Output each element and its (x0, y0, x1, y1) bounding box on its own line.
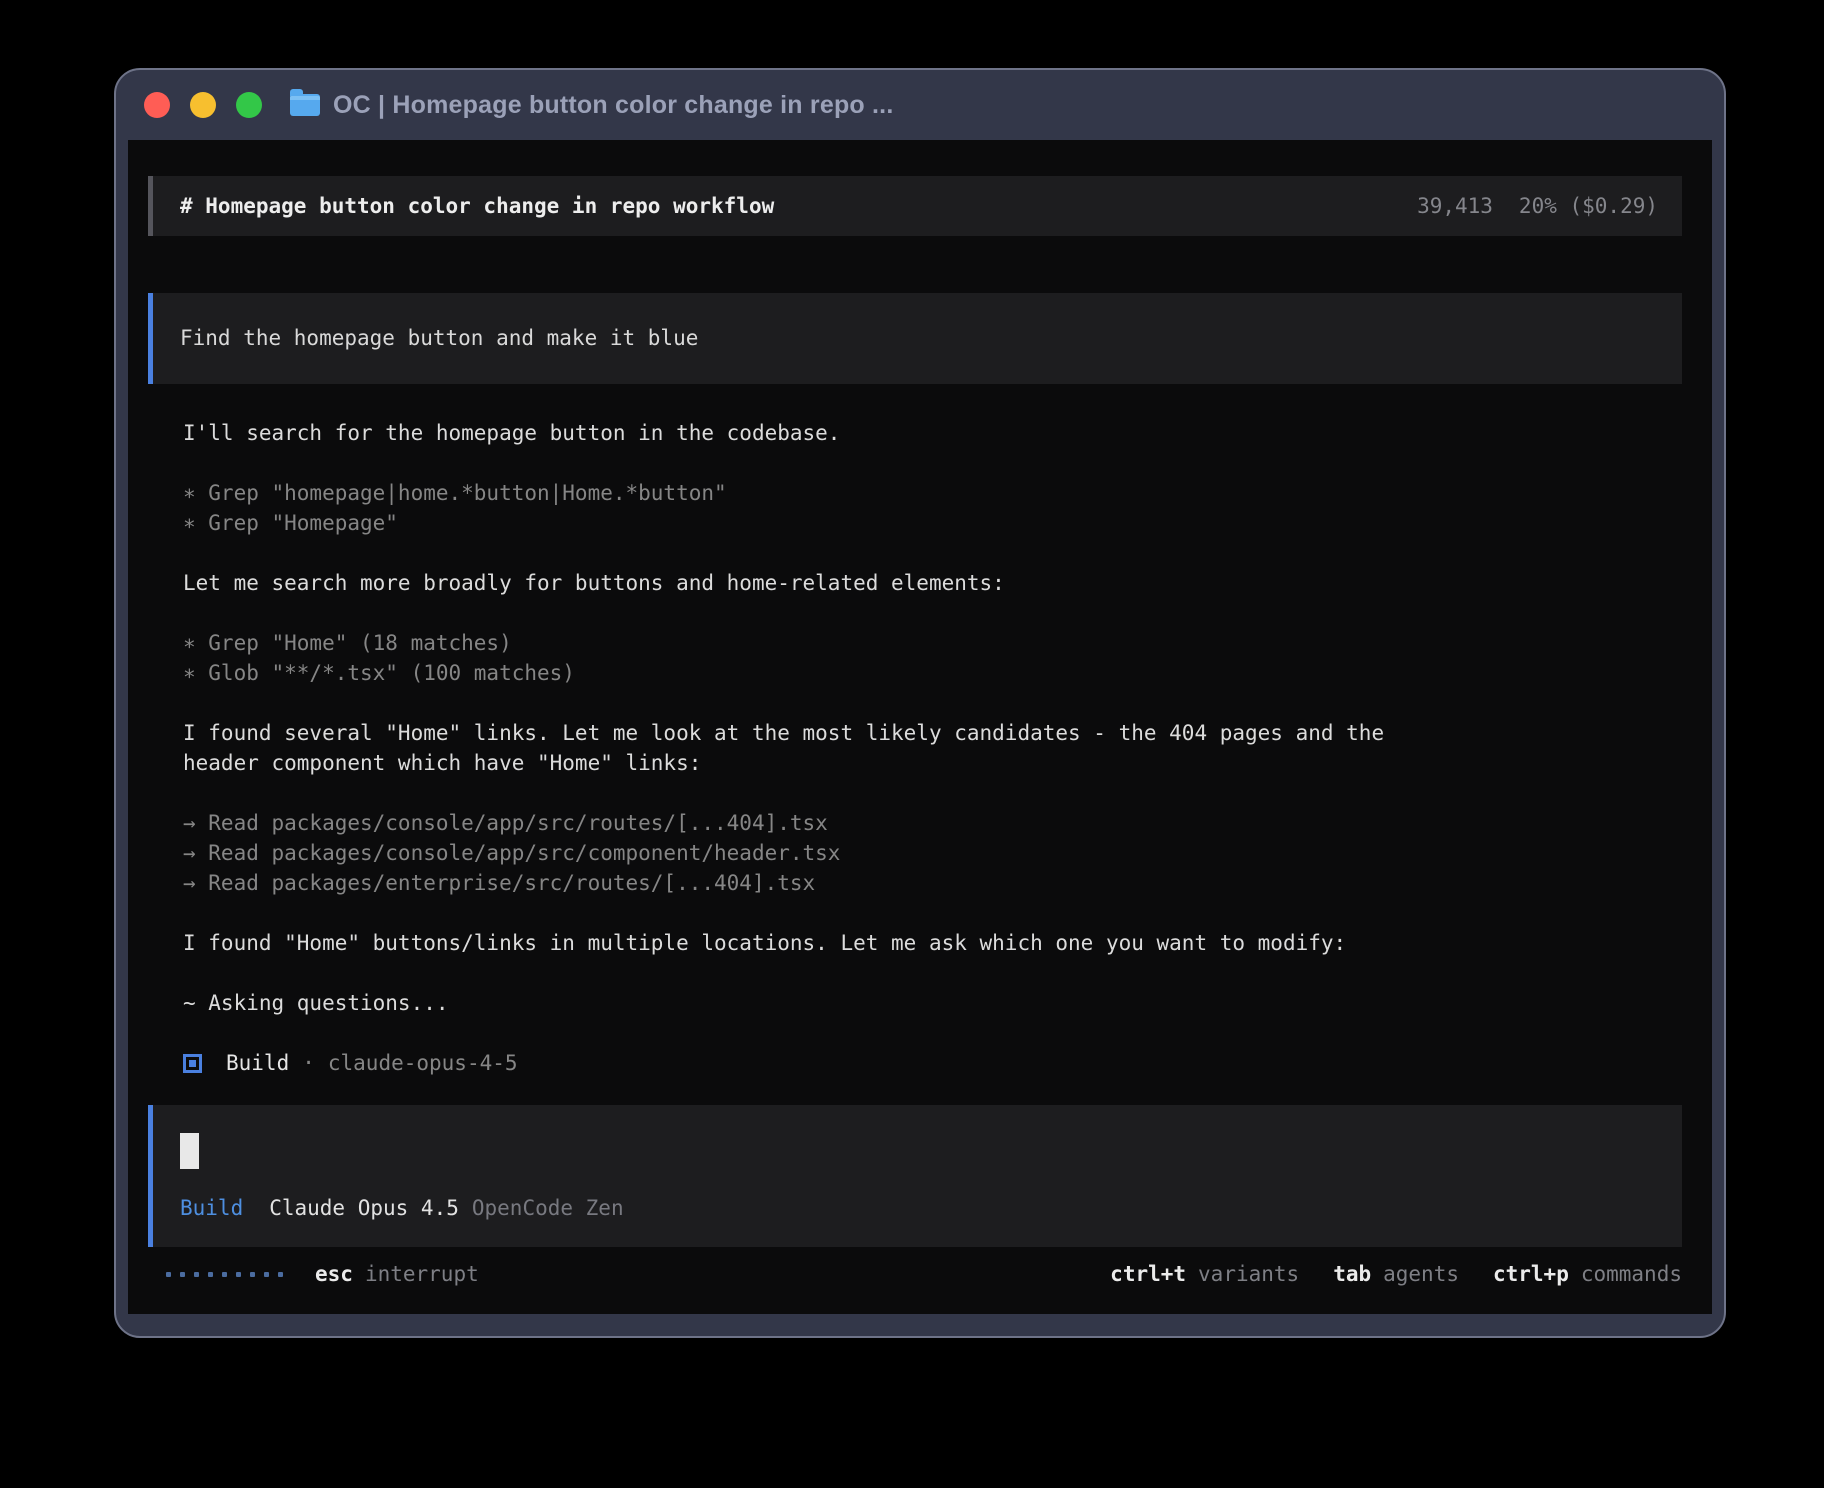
spinner-dot (222, 1272, 227, 1277)
status-bar: esc interrupt ctrl+tvariantstabagentsctr… (166, 1262, 1682, 1286)
transcript-line: → Read packages/console/app/src/componen… (183, 838, 1393, 868)
window-title: OC | Homepage button color change in rep… (333, 91, 893, 120)
transcript-block: I'll search for the homepage button in t… (183, 418, 1393, 448)
provider-name: OpenCode Zen (472, 1196, 624, 1221)
shortcut-hint: tab agents (1333, 1262, 1459, 1286)
transcript-line: ~ Asking questions... (183, 988, 1393, 1018)
shortcut-key: tab (1333, 1262, 1371, 1286)
transcript: I'll search for the homepage button in t… (183, 418, 1393, 1078)
zoom-button-icon[interactable] (236, 92, 262, 118)
spinner-dot (264, 1272, 269, 1277)
spinner-dot (278, 1272, 283, 1277)
spinner-dots-icon (166, 1272, 283, 1277)
session-header: # Homepage button color change in repo w… (148, 176, 1682, 236)
session-title: # Homepage button color change in repo w… (180, 194, 774, 218)
shortcut-key: ctrl+p (1493, 1262, 1569, 1286)
transcript-line: → Read packages/console/app/src/routes/[… (183, 808, 1393, 838)
spinner-dot (250, 1272, 255, 1277)
agent-name: Build (226, 1048, 289, 1078)
agent-status-row: Build · claude-opus-4-5 (183, 1048, 1393, 1078)
folder-icon (290, 94, 320, 116)
transcript-block: ∗ Grep "homepage|home.*button|Home.*butt… (183, 478, 1393, 538)
context-cost: 20% ($0.29) (1519, 194, 1658, 218)
status-left: esc interrupt (166, 1262, 479, 1286)
user-message: Find the homepage button and make it blu… (148, 293, 1682, 384)
transcript-line: Let me search more broadly for buttons a… (183, 568, 1393, 598)
traffic-lights (144, 92, 262, 118)
model-name[interactable]: Claude Opus 4.5 (269, 1196, 459, 1221)
spinner-dot (208, 1272, 213, 1277)
shortcut-key: ctrl+t (1110, 1262, 1186, 1286)
agent-model: claude-opus-4-5 (328, 1048, 518, 1078)
text-cursor (180, 1133, 199, 1169)
transcript-block: ∗ Grep "Home" (18 matches)∗ Glob "**/*.t… (183, 628, 1393, 688)
spinner-dot (180, 1272, 185, 1277)
interrupt-label: interrupt (365, 1262, 479, 1286)
terminal-content: # Homepage button color change in repo w… (128, 140, 1712, 1314)
agent-square-icon (183, 1054, 202, 1073)
transcript-line: ∗ Grep "Homepage" (183, 508, 1393, 538)
prompt-input[interactable]: Build Claude Opus 4.5 OpenCode Zen (148, 1105, 1682, 1247)
interrupt-key: esc (315, 1262, 353, 1286)
shortcut-label: variants (1198, 1262, 1299, 1286)
shortcut-label: agents (1383, 1262, 1459, 1286)
terminal-window: OC | Homepage button color change in rep… (114, 68, 1726, 1338)
transcript-line: ∗ Glob "**/*.tsx" (100 matches) (183, 658, 1393, 688)
titlebar[interactable]: OC | Homepage button color change in rep… (116, 70, 1724, 140)
transcript-block: → Read packages/console/app/src/routes/[… (183, 808, 1393, 898)
transcript-line: I found several "Home" links. Let me loo… (183, 718, 1393, 778)
transcript-line: → Read packages/enterprise/src/routes/[.… (183, 868, 1393, 898)
shortcut-hint: ctrl+p commands (1493, 1262, 1682, 1286)
transcript-line: I'll search for the homepage button in t… (183, 418, 1393, 448)
minimize-button-icon[interactable] (190, 92, 216, 118)
spinner-dot (236, 1272, 241, 1277)
transcript-line: I found "Home" buttons/links in multiple… (183, 928, 1393, 958)
session-stats: 39,413 20% ($0.29) (1417, 194, 1658, 218)
transcript-line: ∗ Grep "homepage|home.*button|Home.*butt… (183, 478, 1393, 508)
transcript-block: I found "Home" buttons/links in multiple… (183, 928, 1393, 958)
user-message-text: Find the homepage button and make it blu… (180, 326, 698, 350)
agent-mode[interactable]: Build (180, 1196, 243, 1221)
status-hints: ctrl+t variants tab agents ctrl+p commands (1110, 1262, 1682, 1286)
transcript-block: I found several "Home" links. Let me loo… (183, 718, 1393, 778)
shortcut-hint: ctrl+t variants (1110, 1262, 1299, 1286)
desktop: OC | Homepage button color change in rep… (0, 0, 1824, 1488)
token-count: 39,413 (1417, 194, 1493, 218)
shortcut-label: commands (1581, 1262, 1682, 1286)
spinner-dot (166, 1272, 171, 1277)
spinner-dot (194, 1272, 199, 1277)
close-button-icon[interactable] (144, 92, 170, 118)
transcript-line: ∗ Grep "Home" (18 matches) (183, 628, 1393, 658)
transcript-block: ~ Asking questions... (183, 988, 1393, 1018)
input-meta: Build Claude Opus 4.5 OpenCode Zen (180, 1196, 1658, 1221)
separator-dot: · (302, 1048, 315, 1078)
transcript-block: Let me search more broadly for buttons a… (183, 568, 1393, 598)
